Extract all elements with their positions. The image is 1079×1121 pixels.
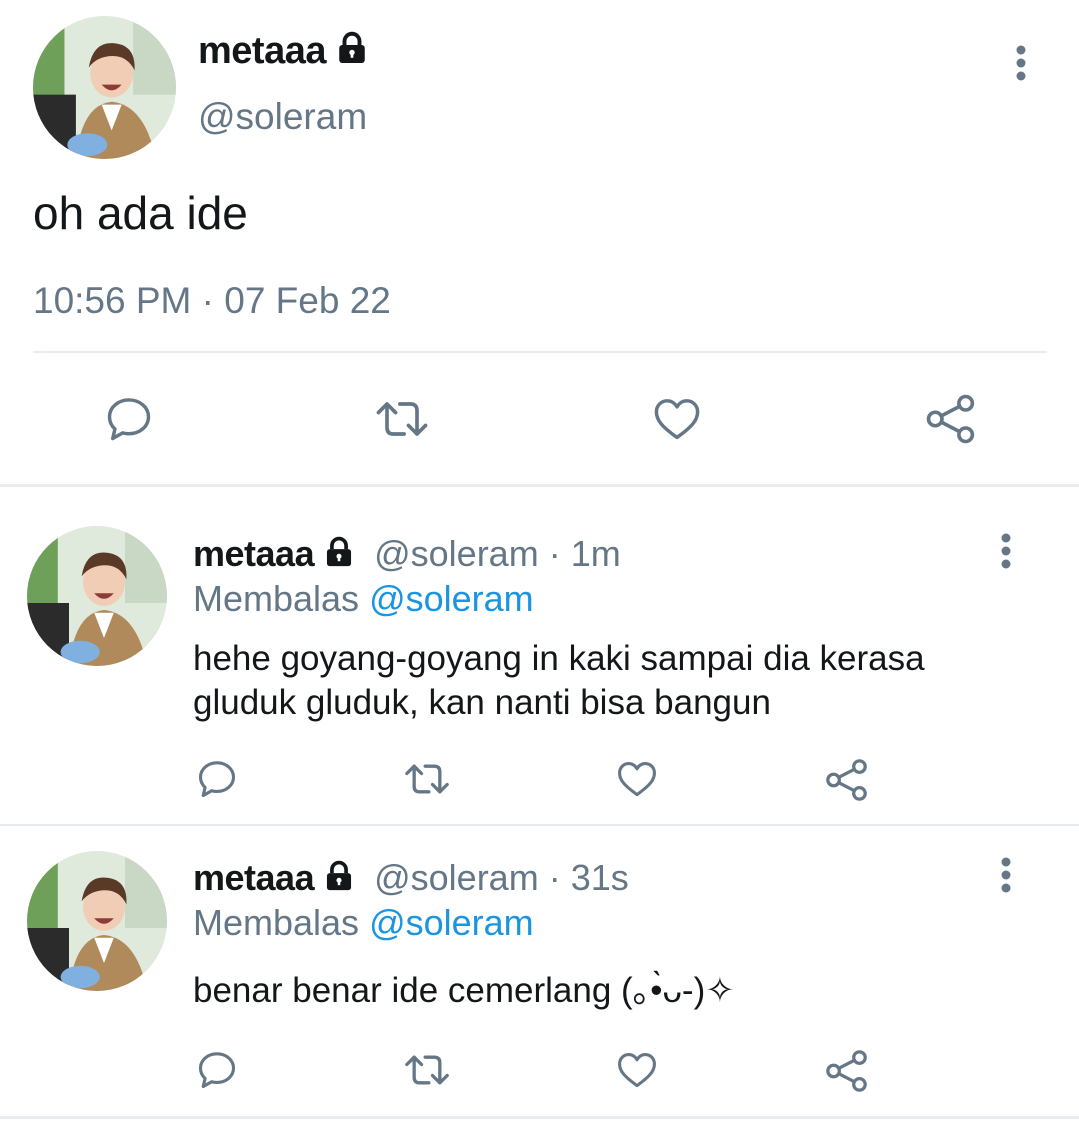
mention-link[interactable]: @soleram	[369, 578, 534, 619]
reply-icon[interactable]	[195, 757, 239, 801]
more-vertical-icon[interactable]	[1000, 857, 1012, 898]
like-icon[interactable]	[650, 393, 704, 445]
reply-time: · 31s	[548, 857, 629, 898]
author-name[interactable]: metaaa	[198, 30, 370, 76]
avatar-photo	[33, 16, 176, 159]
display-name[interactable]: metaaa	[193, 857, 315, 898]
like-icon[interactable]	[614, 757, 660, 801]
tweet-text: hehe goyang-goyang in kaki sampai dia ke…	[193, 639, 925, 722]
reply-header: metaaa @soleram · 1m	[193, 533, 621, 578]
reply-icon[interactable]	[103, 393, 155, 445]
author-handle[interactable]: @soleram	[374, 857, 539, 898]
replying-to: Membalas @soleram	[193, 578, 534, 620]
more-vertical-icon[interactable]	[1015, 45, 1027, 86]
share-icon[interactable]	[924, 392, 978, 446]
tweet-thread: metaaa @soleram oh ada ide 10:56 PM · 07…	[0, 0, 1079, 1121]
divider	[33, 351, 1047, 353]
lock-icon	[322, 859, 356, 902]
reply-tweet[interactable]: metaaa @soleram · 1m Membalas @soleram h…	[0, 487, 1079, 824]
replying-to: Membalas @soleram	[193, 902, 534, 944]
author-handle[interactable]: @soleram	[374, 533, 539, 574]
retweet-icon[interactable]	[401, 757, 453, 801]
mention-link[interactable]: @soleram	[369, 902, 534, 943]
replying-label: Membalas	[193, 578, 360, 619]
like-icon[interactable]	[614, 1048, 660, 1092]
avatar[interactable]	[33, 16, 176, 159]
avatar-photo	[27, 526, 167, 666]
reply-icon[interactable]	[195, 1048, 239, 1092]
main-tweet: metaaa @soleram oh ada ide 10:56 PM · 07…	[0, 0, 1079, 484]
display-name: metaaa	[198, 30, 326, 73]
lock-icon	[334, 30, 370, 76]
divider	[0, 1116, 1079, 1119]
avatar-photo	[27, 851, 167, 991]
replying-label: Membalas	[193, 902, 360, 943]
reply-tweet[interactable]: metaaa @soleram · 31s Membalas @soleram …	[0, 826, 1079, 1116]
tweet-timestamp[interactable]: 10:56 PM · 07 Feb 22	[33, 280, 391, 322]
share-icon[interactable]	[824, 757, 870, 803]
lock-icon	[322, 535, 356, 578]
avatar[interactable]	[27, 526, 167, 666]
retweet-icon[interactable]	[401, 1048, 453, 1092]
reply-header: metaaa @soleram · 31s	[193, 857, 629, 902]
display-name[interactable]: metaaa	[193, 533, 315, 574]
avatar[interactable]	[27, 851, 167, 991]
tweet-text: oh ada ide	[33, 187, 248, 239]
tweet-text: benar benar ide cemerlang (｡•̀ᴗ-)✧	[193, 971, 735, 1010]
reply-time: · 1m	[548, 533, 621, 574]
retweet-icon[interactable]	[372, 393, 432, 445]
share-icon[interactable]	[824, 1048, 870, 1094]
author-handle[interactable]: @soleram	[198, 96, 367, 138]
more-vertical-icon[interactable]	[1000, 533, 1012, 574]
